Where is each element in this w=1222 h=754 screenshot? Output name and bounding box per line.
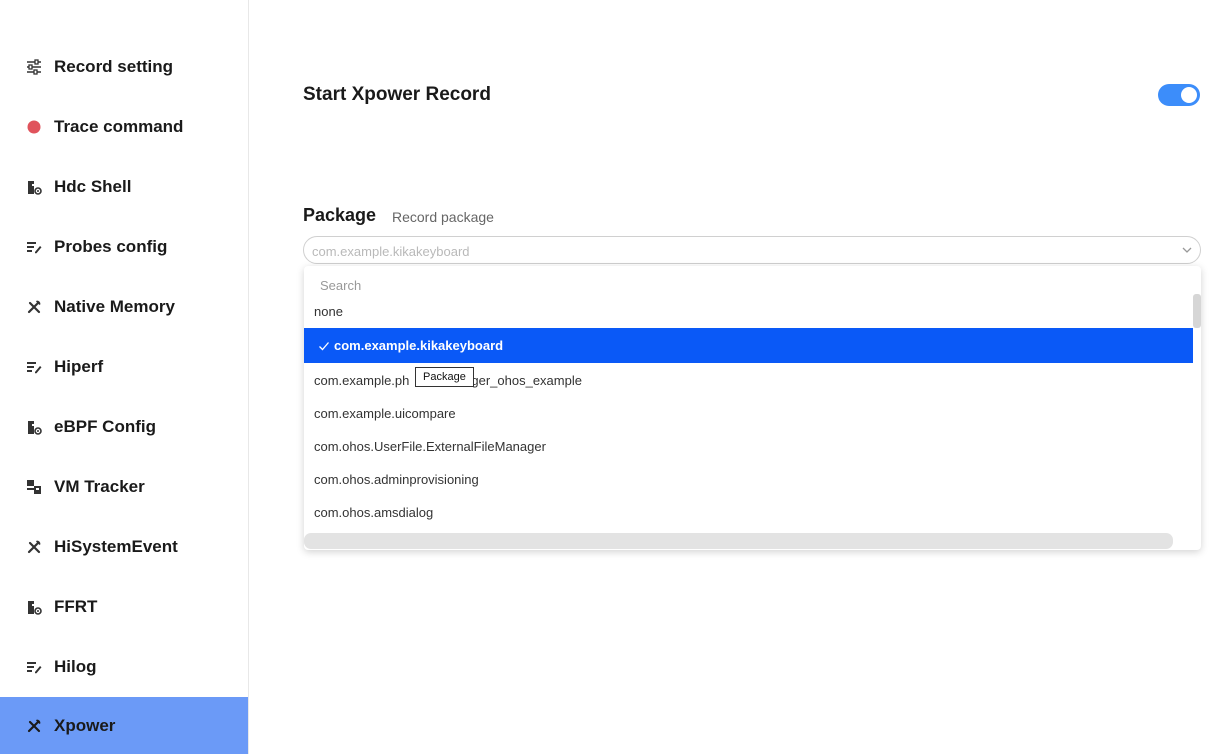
package-select[interactable]: com.example.kikakeyboard	[303, 236, 1201, 264]
sidebar-item-label: Hiperf	[54, 357, 104, 376]
dropdown-option[interactable]: com.ohos.amsdialog	[304, 495, 1193, 529]
main-panel: Start Xpower Record Package Record packa…	[249, 0, 1222, 754]
sidebar-item-label: Hdc Shell	[54, 177, 132, 196]
option-label: com.example.uicompare	[314, 405, 456, 421]
sidebar-item-record-setting[interactable]: Record setting	[0, 39, 248, 95]
option-label: com.ohos.adminprovisioning	[314, 471, 479, 487]
dropdown-option-selected[interactable]: com.example.kikakeyboard	[304, 328, 1193, 363]
tools-icon	[25, 298, 43, 316]
dropdown-option[interactable]: none	[304, 294, 1193, 328]
sidebar-item-hisystemevent[interactable]: HiSystemEvent	[0, 519, 248, 575]
sidebar-item-label: Xpower	[54, 715, 116, 735]
red-dot-icon	[25, 118, 43, 136]
sidebar-item-native-memory[interactable]: Native Memory	[0, 279, 248, 335]
sidebar-item-hiperf[interactable]: Hiperf	[0, 339, 248, 395]
check-icon	[318, 340, 330, 352]
sidebar: Record setting Trace command Hdc Shell P…	[0, 0, 249, 754]
edit-list-icon	[25, 358, 43, 376]
app-window: Record setting Trace command Hdc Shell P…	[0, 0, 1222, 754]
vertical-scrollbar[interactable]	[1193, 294, 1201, 328]
puzzle-gear-icon	[25, 418, 43, 436]
package-label: Package	[303, 205, 377, 225]
sidebar-item-hilog[interactable]: Hilog	[0, 639, 248, 695]
sidebar-item-ebpf-config[interactable]: eBPF Config	[0, 399, 248, 455]
page-title: Start Xpower Record	[303, 84, 491, 105]
search-input[interactable]	[320, 278, 920, 293]
chevron-down-icon	[1180, 243, 1194, 257]
sidebar-item-label: FFRT	[54, 597, 98, 616]
option-label: com.example.kikakeyboard	[334, 338, 504, 353]
tooltip: Package	[415, 367, 474, 387]
option-label-suffix: ger_ohos_example	[471, 372, 582, 388]
edit-list-icon	[25, 238, 43, 256]
sidebar-item-label: Probes config	[54, 237, 168, 256]
dropdown-option[interactable]: com.ohos.UserFile.ExternalFileManager	[304, 429, 1193, 463]
puzzle-gear-icon	[25, 178, 43, 196]
sidebar-item-label: HiSystemEvent	[54, 537, 178, 556]
package-dropdown: none com.example.kikakeyboard com.exampl…	[304, 266, 1201, 550]
select-value: com.example.kikakeyboard	[312, 244, 470, 259]
sidebar-item-label: Native Memory	[54, 297, 175, 316]
sidebar-item-vm-tracker[interactable]: VM Tracker	[0, 459, 248, 515]
vm-icon	[25, 478, 43, 496]
record-toggle[interactable]	[1158, 84, 1200, 106]
sidebar-item-label: eBPF Config	[54, 417, 156, 436]
toggle-knob	[1181, 87, 1197, 103]
package-sublabel: Record package	[392, 209, 494, 225]
option-label: none	[314, 303, 343, 319]
sidebar-item-hdc-shell[interactable]: Hdc Shell	[0, 159, 248, 215]
sidebar-item-label: Record setting	[54, 57, 174, 76]
sidebar-item-label: Trace command	[54, 117, 184, 136]
dropdown-option[interactable]: com.ohos.adminprovisioning	[304, 462, 1193, 496]
option-label: com.ohos.UserFile.ExternalFileManager	[314, 438, 546, 454]
tools-icon	[25, 717, 43, 735]
puzzle-gear-icon	[25, 598, 43, 616]
sidebar-item-probes-config[interactable]: Probes config	[0, 219, 248, 275]
option-label: com.example.ph	[314, 372, 410, 388]
sidebar-item-trace-command[interactable]: Trace command	[0, 99, 248, 155]
sidebar-item-label: VM Tracker	[54, 477, 145, 496]
sliders-icon	[25, 58, 43, 76]
option-label: com.ohos.amsdialog	[314, 504, 434, 520]
tools-icon	[25, 538, 43, 556]
sidebar-item-label: Hilog	[54, 657, 97, 676]
edit-list-icon	[25, 658, 43, 676]
sidebar-item-ffrt[interactable]: FFRT	[0, 579, 248, 635]
sidebar-item-xpower[interactable]: Xpower	[0, 697, 248, 754]
horizontal-scrollbar[interactable]	[304, 533, 1173, 549]
dropdown-option[interactable]: com.example.uicompare	[304, 396, 1193, 430]
